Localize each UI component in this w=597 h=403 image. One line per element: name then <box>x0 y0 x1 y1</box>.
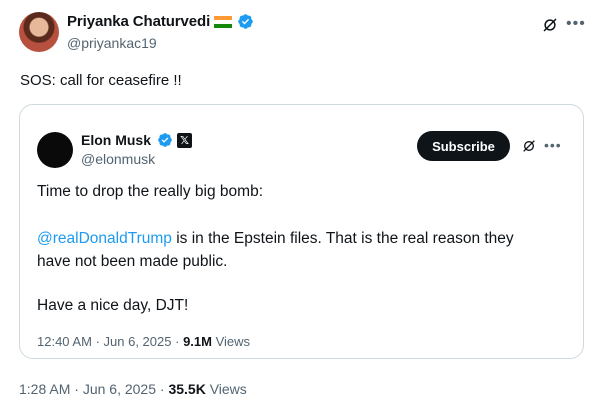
quoted-text-line-2-rest: is in the Epstein files. That is the rea… <box>171 230 514 247</box>
tweet-date[interactable]: Jun 6, 2025 <box>83 381 156 397</box>
author-name[interactable]: Priyanka Chaturvedi <box>67 13 254 30</box>
mention-link[interactable]: @realDonaldTrump <box>37 230 172 247</box>
tweet-time[interactable]: 1:28 AM <box>19 381 70 397</box>
meta-separator: · <box>159 381 165 397</box>
quoted-more-options-icon[interactable]: ••• <box>544 137 562 153</box>
quoted-author-avatar[interactable] <box>37 132 73 168</box>
grok-icon[interactable] <box>541 16 559 34</box>
grok-icon[interactable] <box>521 138 537 154</box>
quoted-author-name[interactable]: Elon Musk 𝕏 <box>81 132 193 148</box>
author-name-text[interactable]: Priyanka Chaturvedi <box>67 13 210 30</box>
quoted-tweet-meta: 12:40 AM · Jun 6, 2025 · 9.1M Views <box>37 334 250 349</box>
subscribe-button[interactable]: Subscribe <box>417 131 510 161</box>
tweet-view-count: 35.5K <box>168 381 206 397</box>
quoted-views-label: Views <box>215 334 251 349</box>
more-options-icon[interactable]: ••• <box>566 15 586 33</box>
quoted-text-line-2: @realDonaldTrump is in the Epstein files… <box>37 230 514 248</box>
author-avatar[interactable] <box>19 12 59 52</box>
quoted-view-count: 9.1M <box>183 334 212 349</box>
verified-badge-icon <box>158 133 172 147</box>
tweet-text: SOS: call for ceasefire !! <box>20 72 182 89</box>
quoted-text-line-1: Time to drop the really big bomb: <box>37 183 264 200</box>
meta-separator: · <box>175 334 180 349</box>
meta-separator: · <box>74 381 79 397</box>
quoted-text-line-3: have not been made public. <box>37 253 228 270</box>
india-flag-icon <box>214 15 233 28</box>
meta-separator: · <box>95 334 100 349</box>
tweet-views-label: Views <box>209 381 247 397</box>
quoted-author-name-text[interactable]: Elon Musk <box>81 132 151 148</box>
quoted-tweet-date[interactable]: Jun 6, 2025 <box>104 334 172 349</box>
quoted-text-line-4: Have a nice day, DJT! <box>37 297 189 314</box>
verified-badge-icon <box>238 14 253 29</box>
quoted-author-handle[interactable]: @elonmusk <box>81 151 155 167</box>
x-affiliate-badge-icon: 𝕏 <box>177 132 193 148</box>
quoted-tweet-time[interactable]: 12:40 AM <box>37 334 92 349</box>
tweet-meta: 1:28 AM · Jun 6, 2025 · 35.5K Views <box>19 381 247 397</box>
author-handle[interactable]: @priyankac19 <box>67 35 157 51</box>
